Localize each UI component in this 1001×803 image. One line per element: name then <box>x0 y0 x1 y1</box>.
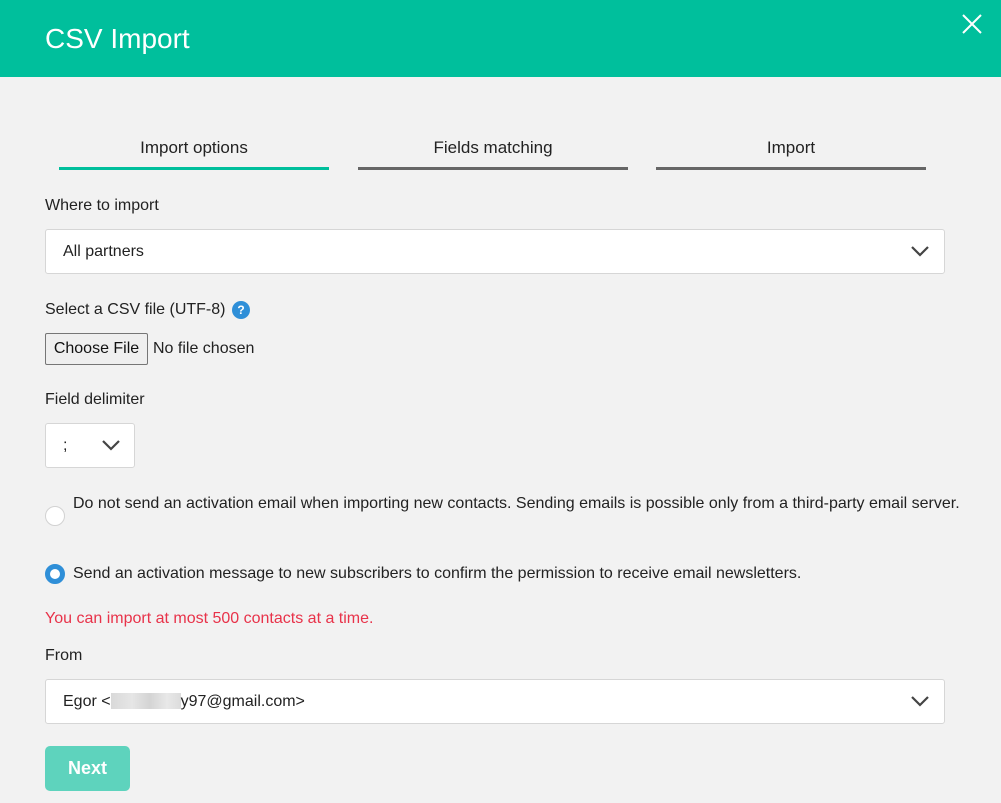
step-indicator <box>358 167 628 170</box>
send-activation-radio[interactable] <box>45 564 65 584</box>
import-steps: Import options Fields matching Import <box>59 136 926 172</box>
no-activation-text: Do not send an activation email when imp… <box>73 495 960 512</box>
next-button[interactable]: Next <box>45 746 130 791</box>
chevron-down-icon <box>910 244 930 258</box>
send-activation-text: Send an activation message to new subscr… <box>73 565 802 582</box>
limit-warning: You can import at most 500 contacts at a… <box>45 610 374 627</box>
from-value: Egor < y97@gmail.com> <box>63 692 305 712</box>
help-icon[interactable]: ? <box>232 301 250 319</box>
chevron-down-icon <box>101 438 121 452</box>
step-label: Import options <box>140 138 248 157</box>
where-to-import-value: All partners <box>63 243 144 260</box>
field-delimiter-label: Field delimiter <box>45 391 145 408</box>
step-indicator <box>656 167 926 170</box>
step-import-options[interactable]: Import options <box>59 136 329 170</box>
file-status: No file chosen <box>153 340 255 357</box>
field-delimiter-value: ; <box>63 437 68 454</box>
step-indicator <box>59 167 329 170</box>
step-label: Import <box>766 138 816 157</box>
dialog-header: CSV Import <box>0 0 1001 77</box>
no-activation-radio[interactable] <box>45 506 65 526</box>
where-to-import-label: Where to import <box>45 197 159 214</box>
dialog-title: CSV Import <box>45 23 190 54</box>
step-import[interactable]: Import <box>656 136 926 170</box>
csv-file-label: Select a CSV file (UTF-8) <box>45 301 226 318</box>
close-icon[interactable] <box>961 13 983 35</box>
chevron-down-icon <box>910 694 930 708</box>
step-label: Fields matching <box>433 138 553 157</box>
step-fields-matching[interactable]: Fields matching <box>358 136 628 170</box>
from-email-suffix: y97@gmail.com> <box>180 693 305 710</box>
field-delimiter-select[interactable]: ; <box>45 423 135 468</box>
from-select[interactable]: Egor < y97@gmail.com> <box>45 679 945 724</box>
where-to-import-select[interactable]: All partners <box>45 229 945 274</box>
redacted-email-part <box>110 693 181 709</box>
choose-file-button[interactable]: Choose File <box>45 333 148 365</box>
from-label: From <box>45 647 83 664</box>
from-name: Egor < <box>63 693 111 710</box>
